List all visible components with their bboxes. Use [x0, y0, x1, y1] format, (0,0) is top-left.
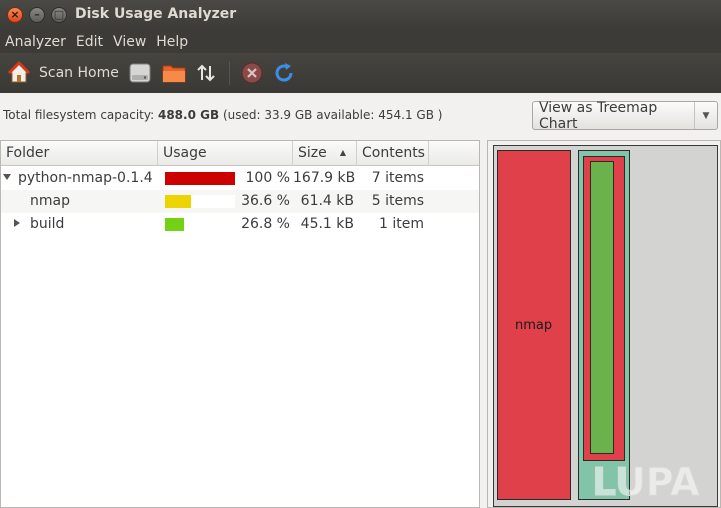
treemap-block-nmap[interactable]: nmap [497, 150, 571, 500]
folder-icon [162, 65, 186, 83]
menu-edit[interactable]: Edit [76, 34, 103, 50]
table-row[interactable]: python-nmap-0.1.4 100 % 167.9 kB 7 items [1, 167, 479, 190]
home-icon [7, 61, 31, 83]
folder-name: python-nmap-0.1.4 [18, 170, 153, 186]
close-window-icon[interactable]: × [7, 7, 23, 23]
stop-button[interactable] [240, 58, 264, 88]
usage-percent: 36.6 % [241, 193, 290, 209]
refresh-button[interactable] [272, 58, 296, 88]
title-bar: × – □ Disk Usage Analyzer [0, 0, 721, 30]
scan-filesystem-button[interactable] [127, 58, 153, 88]
folder-contents: 5 items [371, 193, 424, 209]
menu-analyzer[interactable]: Analyzer [5, 34, 66, 50]
maximize-window-icon[interactable]: □ [51, 7, 67, 23]
svg-text:LUPA: LUPA [592, 461, 700, 501]
folder-name: build [30, 216, 65, 232]
filesystem-capacity: Total filesystem capacity: 488.0 GB (use… [3, 108, 442, 122]
scan-folder-button[interactable] [161, 58, 187, 88]
treemap-block-build-inner[interactable] [590, 161, 614, 454]
menu-bar: Analyzer Edit View Help [0, 30, 721, 53]
usage-percent: 100 % [245, 170, 290, 186]
view-as-label: View as Treemap Chart [539, 99, 658, 132]
table-row[interactable]: nmap 36.6 % 61.4 kB 5 items [1, 190, 479, 213]
usage-bar-fill [165, 218, 184, 231]
column-size-label: Size [298, 145, 327, 161]
refresh-icon [275, 63, 293, 82]
scan-home-label: Scan Home [39, 65, 119, 81]
menu-view[interactable]: View [113, 34, 146, 50]
menu-help[interactable]: Help [156, 34, 188, 50]
usage-bar-fill [165, 195, 191, 208]
usage-bar [165, 195, 235, 208]
folder-name: nmap [30, 193, 70, 209]
treemap-chart[interactable]: nmap [493, 145, 718, 507]
folder-size: 61.4 kB [300, 193, 354, 209]
folder-tree-view[interactable]: Folder Usage Size ▲ Contents python-nmap… [0, 140, 480, 508]
capacity-prefix: Total filesystem capacity: [3, 108, 155, 122]
column-folder[interactable]: Folder [1, 141, 158, 166]
scan-home-button[interactable]: Scan Home [7, 58, 119, 88]
expander-right-icon[interactable] [14, 219, 20, 227]
column-size[interactable]: Size ▲ [293, 141, 357, 166]
usage-bar [165, 218, 235, 231]
expander-down-icon[interactable] [3, 174, 11, 180]
stop-icon [241, 62, 263, 84]
usage-bar [165, 172, 235, 185]
folder-contents: 7 items [371, 170, 424, 186]
folder-contents: 1 item [379, 216, 424, 232]
column-contents[interactable]: Contents [357, 141, 429, 166]
scan-remote-button[interactable] [195, 58, 217, 88]
folder-size: 167.9 kB [293, 170, 356, 186]
tree-header: Folder Usage Size ▲ Contents [1, 141, 479, 166]
watermark-logo: LUPA [592, 461, 701, 501]
usage-bar-fill [165, 172, 235, 185]
capacity-detail: (used: 33.9 GB available: 454.1 GB ) [222, 108, 443, 122]
view-as-treemap-dropdown[interactable]: View as Treemap Chart ▼ [532, 99, 718, 132]
capacity-total: 488.0 GB [157, 108, 220, 122]
toolbar: Scan Home [0, 53, 721, 93]
treemap-label-nmap: nmap [515, 318, 553, 333]
usage-percent: 26.8 % [241, 216, 290, 232]
toolbar-separator [228, 61, 230, 85]
arrows-updown-icon [197, 64, 215, 82]
window-title: Disk Usage Analyzer [75, 6, 237, 22]
folder-size: 45.1 kB [300, 216, 354, 232]
minimize-window-icon[interactable]: – [29, 7, 45, 23]
column-usage[interactable]: Usage [158, 141, 293, 166]
chevron-down-icon: ▼ [702, 110, 710, 121]
disk-icon [129, 63, 151, 83]
sort-ascending-icon: ▲ [339, 148, 346, 157]
table-row[interactable]: build 26.8 % 45.1 kB 1 item [1, 213, 479, 236]
